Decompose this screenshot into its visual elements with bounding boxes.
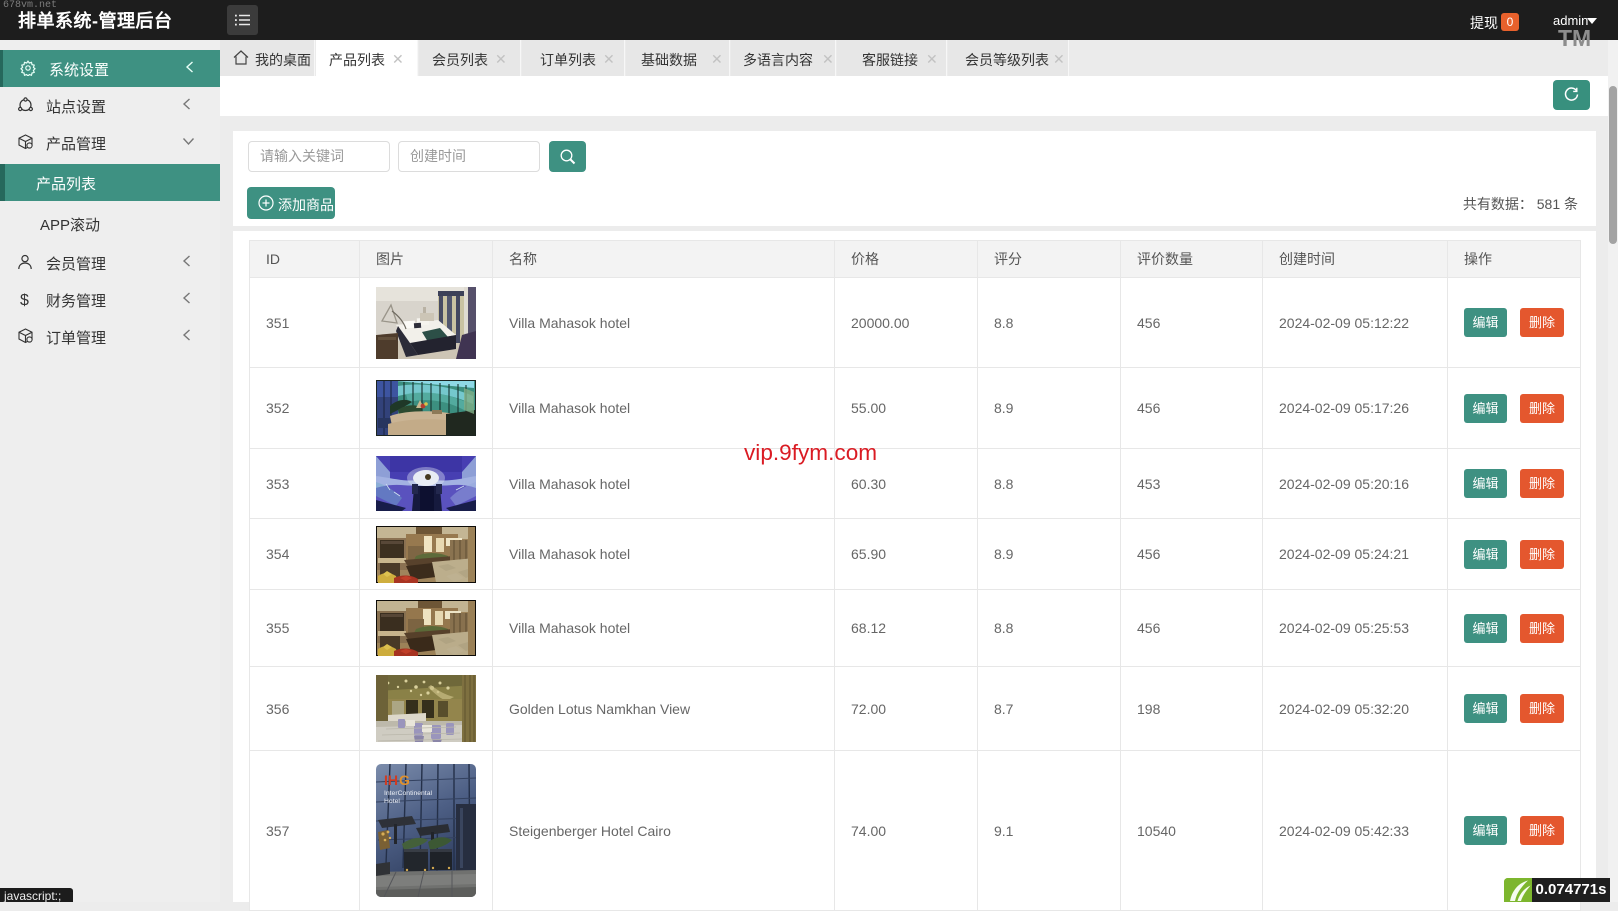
svg-text:IH: IH (384, 772, 398, 788)
svg-text:$: $ (20, 292, 29, 308)
svg-text:G: G (399, 772, 410, 788)
svg-text:Hotel: Hotel (384, 798, 400, 805)
svg-text:InterContinental: InterContinental (384, 790, 432, 797)
